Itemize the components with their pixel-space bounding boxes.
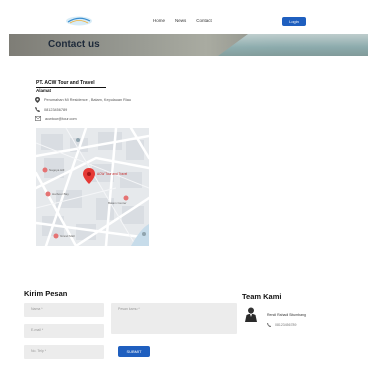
- map-place-label: Grand Mall: [60, 234, 75, 238]
- site-logo[interactable]: [64, 13, 94, 27]
- phone-icon: [267, 323, 271, 327]
- nav-news[interactable]: News: [175, 18, 186, 23]
- logo-icon: [66, 16, 92, 26]
- banner-sea-image: [218, 34, 368, 56]
- team-member-name: Rendi Rahadi Situmbang: [267, 313, 306, 317]
- login-button[interactable]: Login: [282, 17, 306, 26]
- company-name: PT. ACW Tour and Travel: [36, 80, 106, 88]
- avatar: [245, 307, 257, 327]
- team-member-phone: 08123456789: [275, 323, 297, 327]
- map-place-label: Batam Center: [108, 201, 127, 205]
- team-member-phone-row: 08123456789: [267, 323, 296, 327]
- email-field[interactable]: E-mail *: [24, 324, 104, 338]
- email-text[interactable]: acwtour@tour.com: [45, 117, 77, 121]
- location-pin-icon: [35, 97, 40, 103]
- map-place-label: Harbour Bay: [52, 192, 69, 196]
- mail-icon: [35, 116, 41, 121]
- name-field[interactable]: Nama *: [24, 303, 104, 317]
- address-label: Alamat: [36, 88, 52, 93]
- map-pin-label: ACW Tour and Travel: [97, 172, 128, 176]
- form-title: Kirim Pesan: [24, 289, 68, 298]
- submit-button[interactable]: SUBMIT: [118, 346, 150, 357]
- phone-icon: [35, 107, 40, 112]
- map-place-label: Nagoya Hill: [49, 168, 65, 172]
- message-field[interactable]: Pesan kamu *: [111, 303, 237, 334]
- nav-home[interactable]: Home: [153, 18, 165, 23]
- contact-banner: Contact us: [9, 34, 368, 56]
- main-nav: Home News Contact: [153, 18, 212, 23]
- phone-row: 08123456789: [35, 107, 67, 112]
- address-text: Perumahan Mi Residence , Batam, Kepulaua…: [44, 98, 131, 102]
- team-title: Team Kami: [242, 292, 282, 301]
- nav-contact[interactable]: Contact: [196, 18, 212, 23]
- person-icon: [245, 307, 257, 322]
- location-map[interactable]: Nagoya Hill Harbour Bay Batam Center Gra…: [36, 128, 149, 246]
- site-header: Home News Contact Login: [0, 0, 368, 34]
- page-title: Contact us: [48, 39, 100, 50]
- map-image: Nagoya Hill Harbour Bay Batam Center Gra…: [36, 128, 149, 246]
- phone-field[interactable]: No. Telp *: [24, 345, 104, 359]
- address-row: Perumahan Mi Residence , Batam, Kepulaua…: [35, 97, 131, 103]
- email-row: acwtour@tour.com: [35, 116, 77, 121]
- phone-text: 08123456789: [44, 107, 68, 112]
